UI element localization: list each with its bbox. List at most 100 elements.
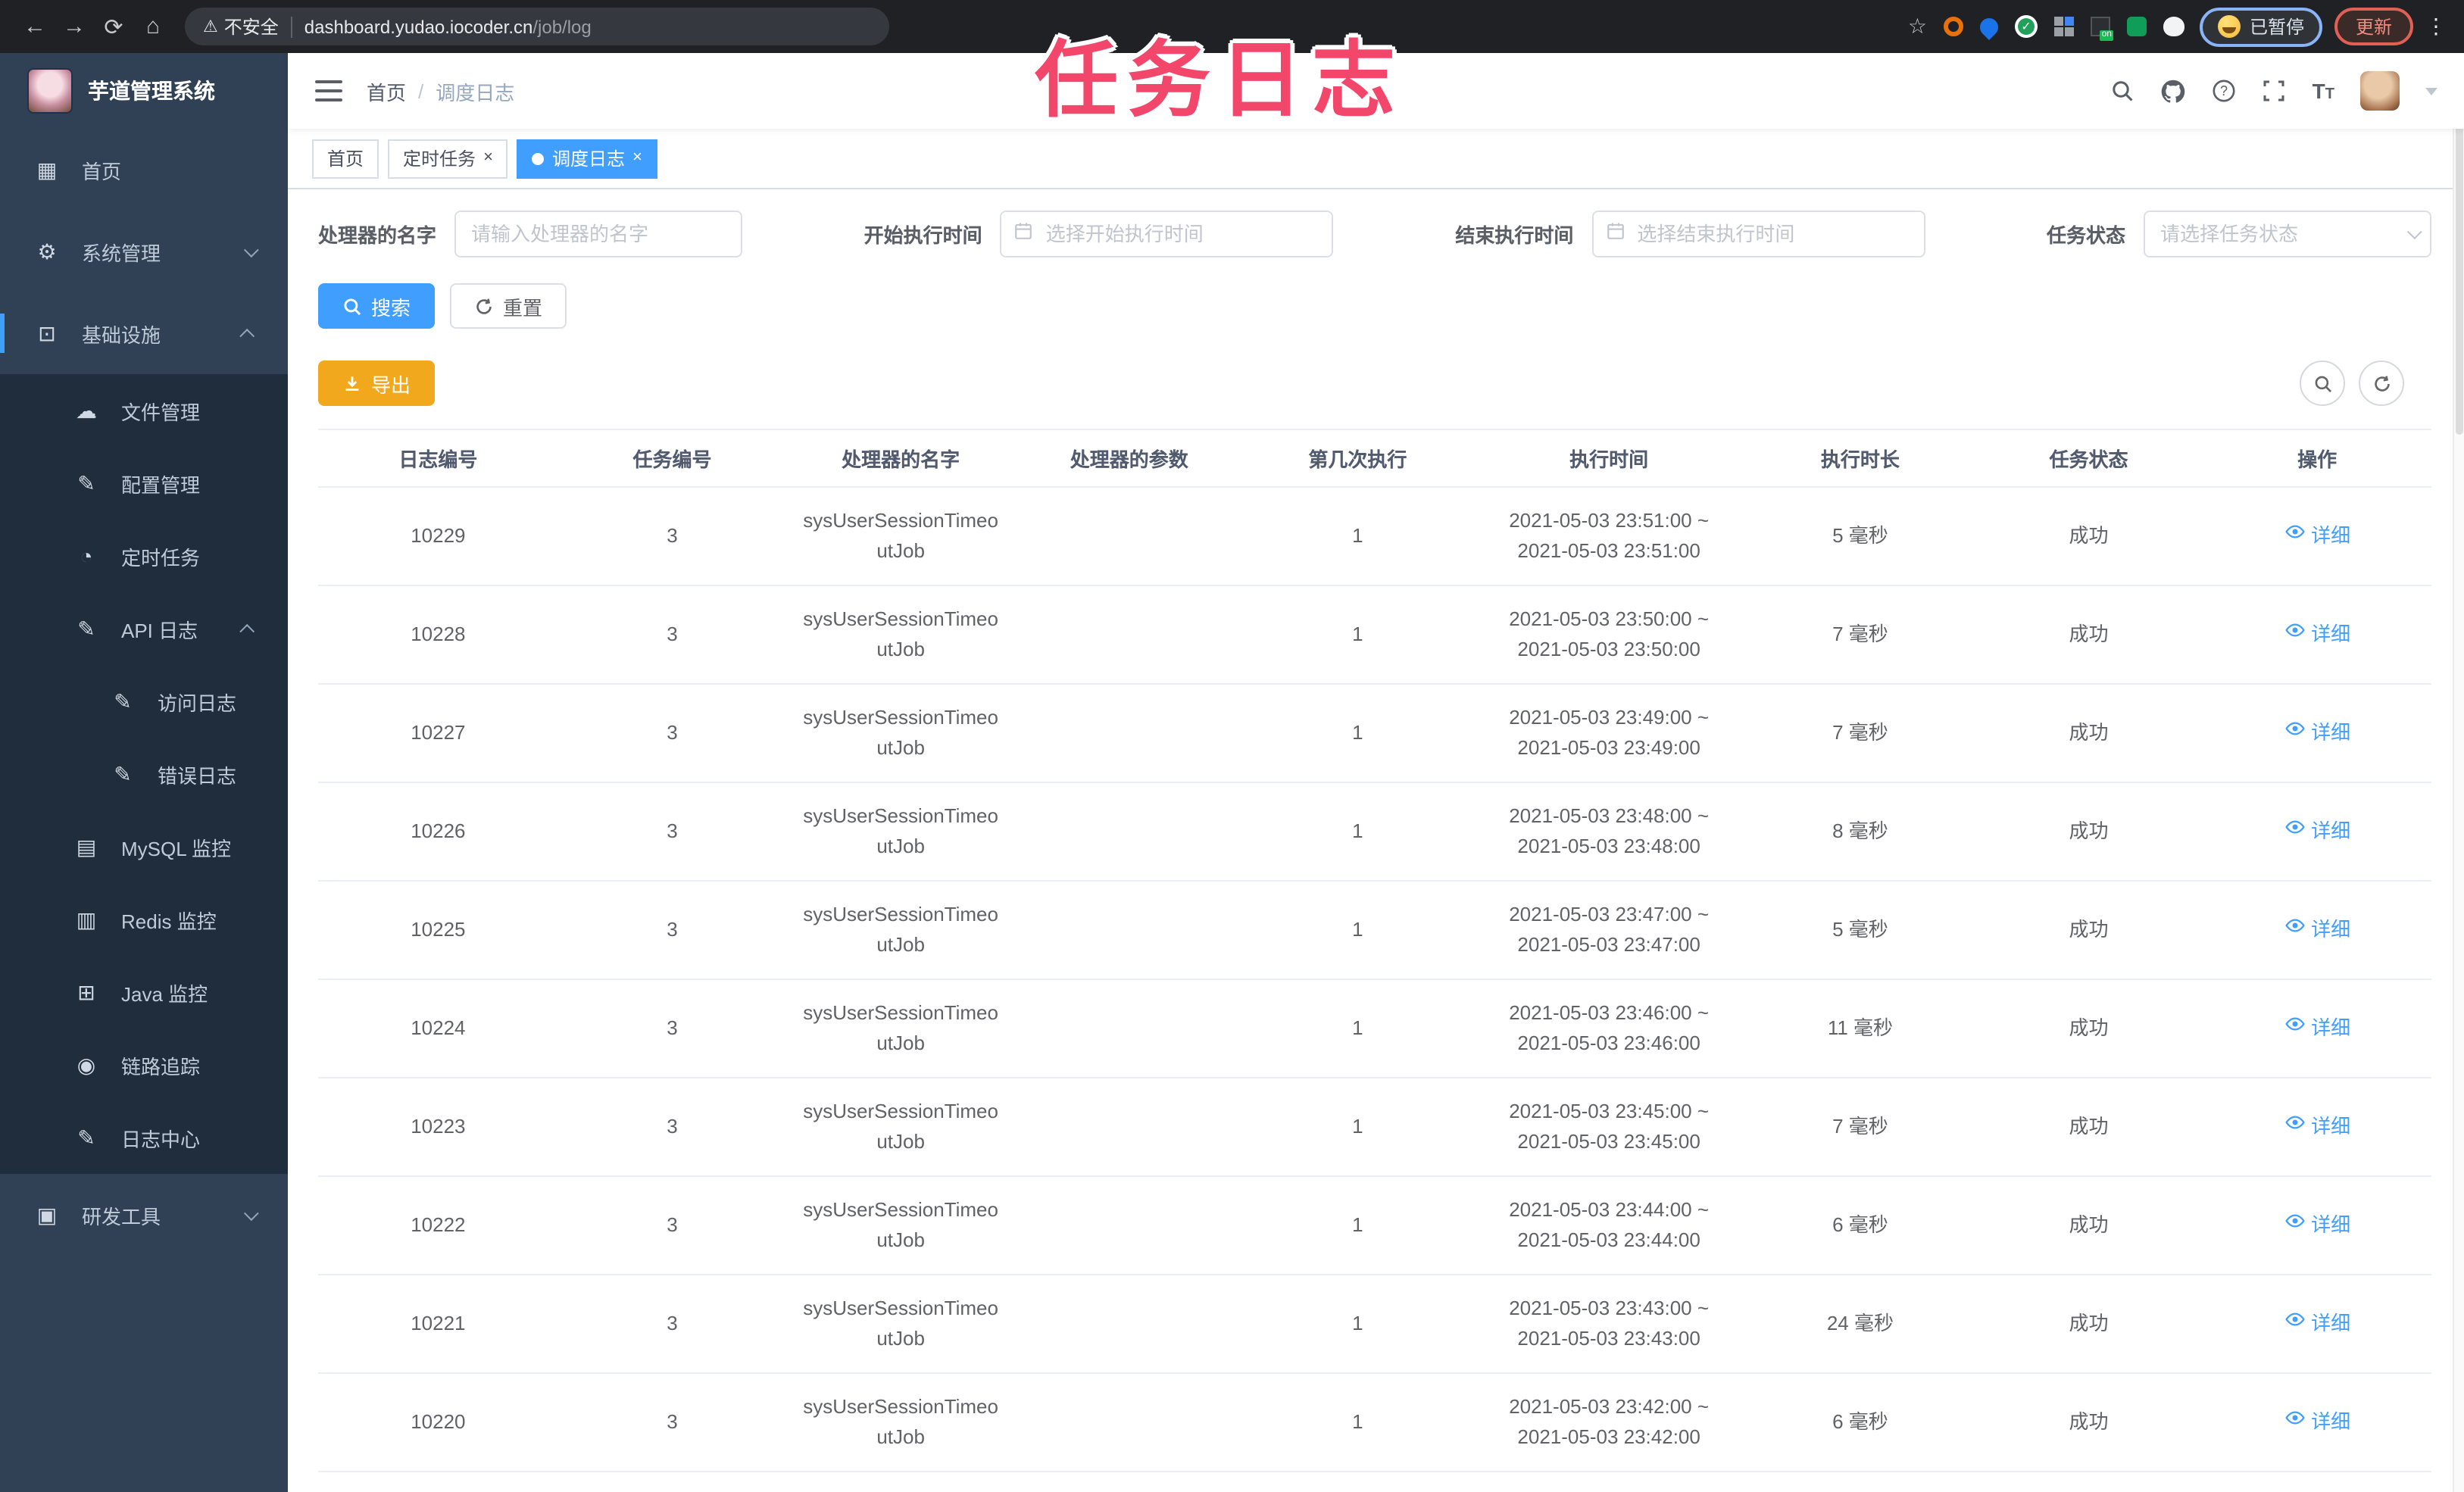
help-icon[interactable]: ?	[2213, 79, 2237, 103]
eye-icon	[2284, 521, 2305, 551]
cell-duration: 6 毫秒	[1832, 1213, 1888, 1236]
toggle-search-button[interactable]	[2300, 361, 2345, 406]
sidebar-item-label: MySQL 监控	[121, 837, 231, 860]
chevron-down-icon[interactable]	[2425, 87, 2437, 95]
eye-icon	[2284, 1407, 2305, 1437]
sidebar-item-scheduled-jobs[interactable]: ◔ 定时任务	[0, 520, 288, 592]
extension-green-icon[interactable]	[2126, 17, 2147, 36]
sidebar-item-mysql-monitor[interactable]: ▤ MySQL 监控	[0, 810, 288, 883]
fullscreen-icon[interactable]	[2263, 79, 2287, 103]
sidebar-item-file-mgmt[interactable]: ☁ 文件管理	[0, 374, 288, 447]
detail-link[interactable]: 详细	[2284, 1309, 2350, 1339]
job-status-select[interactable]	[2144, 211, 2431, 258]
cell-log-id: 10220	[411, 1410, 466, 1433]
detail-link[interactable]: 详细	[2284, 1407, 2350, 1437]
sidebar-item-infrastructure[interactable]: ⊡ 基础设施	[0, 292, 288, 374]
handler-name-field[interactable]	[468, 221, 729, 247]
sidebar-item-label: 文件管理	[121, 401, 201, 423]
cell-status: 成功	[2069, 1213, 2109, 1236]
sidebar-item-java-monitor[interactable]: ⊞ Java 监控	[0, 956, 288, 1028]
reset-button[interactable]: 重置	[450, 283, 567, 329]
filter-field-handler-name: 处理器的名字	[318, 211, 743, 258]
sidebar-item-label: 定时任务	[121, 546, 201, 569]
avatar[interactable]	[2360, 71, 2400, 111]
column-header: 执行时间	[1569, 448, 1649, 471]
sidebar-item-redis-monitor[interactable]: ▥ Redis 监控	[0, 883, 288, 956]
font-size-icon[interactable]: TT	[2313, 79, 2334, 103]
extension-octotree-icon[interactable]	[2163, 17, 2184, 36]
detail-link[interactable]: 详细	[2284, 915, 2350, 945]
begin-time-field[interactable]	[1042, 221, 1320, 247]
url-bar[interactable]: ⚠ 不安全 dashboard.yudao.iocoder.cn/job/log	[185, 8, 889, 45]
cell-execute-index: 1	[1352, 524, 1363, 547]
detail-link[interactable]: 详细	[2284, 620, 2350, 650]
close-icon[interactable]: ×	[483, 149, 493, 167]
detail-link[interactable]: 详细	[2284, 816, 2350, 847]
sidebar-item-system-mgmt[interactable]: ⚙ 系统管理	[0, 211, 288, 292]
chevron-up-icon	[239, 623, 255, 638]
hamburger-icon[interactable]	[315, 80, 342, 101]
filter-form: 处理器的名字 开始执行时间 结束执行时间 任务状态	[318, 211, 2431, 258]
job-status-field[interactable]	[2157, 221, 2398, 247]
cell-task-id: 3	[667, 1213, 678, 1236]
cell-handler-param	[1015, 586, 1244, 683]
cell-task-id: 3	[667, 819, 678, 842]
cell-task-id: 3	[667, 1410, 678, 1433]
end-time-field[interactable]	[1634, 221, 1912, 247]
reload-icon[interactable]: ⟳	[94, 13, 133, 40]
browser-update-button[interactable]: 更新	[2334, 8, 2413, 45]
browser-window: ← → ⟳ ⌂ ⚠ 不安全 dashboard.yudao.iocoder.cn…	[0, 0, 2464, 1492]
eye-icon	[2284, 620, 2305, 650]
sidebar-item-api-log[interactable]: ✎ API 日志	[0, 592, 288, 665]
sidebar-item-dev-tools[interactable]: ▣ 研发工具	[0, 1174, 288, 1256]
sidebar-item-label: 基础设施	[82, 323, 161, 346]
browser-menu-icon[interactable]: ⋮	[2422, 14, 2450, 39]
github-icon[interactable]	[2161, 78, 2187, 104]
sidebar-item-config-mgmt[interactable]: ✎ 配置管理	[0, 447, 288, 520]
cell-log-id: 10222	[411, 1213, 466, 1236]
sidebar-item-home[interactable]: ▦ 首页	[0, 129, 288, 211]
home-icon[interactable]: ⌂	[133, 14, 173, 39]
tab-job-log[interactable]: 调度日志 ×	[517, 139, 657, 178]
search-button[interactable]: 搜索	[318, 283, 436, 329]
extension-switch-on-icon[interactable]: on	[2090, 17, 2113, 41]
extension-orange-ring-icon[interactable]	[1943, 17, 1963, 36]
detail-link[interactable]: 详细	[2284, 1013, 2350, 1044]
brand[interactable]: 芋道管理系统	[0, 53, 288, 129]
close-icon[interactable]: ×	[632, 149, 642, 167]
cell-status: 成功	[2069, 721, 2109, 744]
tab-home[interactable]: 首页	[312, 139, 379, 178]
handler-name-input[interactable]	[454, 211, 743, 258]
end-time-input[interactable]	[1591, 211, 1925, 258]
page-scrollbar[interactable]	[2453, 53, 2464, 1492]
refresh-button[interactable]	[2359, 361, 2404, 406]
cell-duration: 7 毫秒	[1832, 721, 1888, 744]
extension-green-check-icon[interactable]: ✓	[2014, 15, 2038, 38]
cell-execute-time: 2021-05-03 23:44:00 ~2021-05-03 23:44:00	[1509, 1198, 1710, 1251]
export-button[interactable]: 导出	[318, 361, 436, 406]
sidebar-item-access-log[interactable]: ✎ 访问日志	[0, 665, 288, 738]
detail-link[interactable]: 详细	[2284, 1112, 2350, 1142]
eye-icon: ◉	[77, 1052, 96, 1076]
begin-time-input[interactable]	[1000, 211, 1334, 258]
bookmark-star-icon[interactable]: ☆	[1908, 14, 1927, 39]
detail-link[interactable]: 详细	[2284, 1210, 2350, 1241]
detail-link[interactable]: 详细	[2284, 718, 2350, 748]
cell-actions: 详细	[2203, 586, 2431, 683]
profile-paused-pill[interactable]: 已暂停	[2199, 7, 2322, 46]
sidebar-item-log-center[interactable]: ✎ 日志中心	[0, 1101, 288, 1174]
cell-log-id: 10225	[411, 918, 466, 941]
forward-icon[interactable]: →	[55, 14, 94, 39]
cell-log-id: 10227	[411, 721, 466, 744]
search-icon[interactable]	[2111, 79, 2135, 103]
sidebar-item-error-log[interactable]: ✎ 错误日志	[0, 738, 288, 810]
eye-icon	[2284, 1309, 2305, 1339]
url-divider	[290, 16, 292, 37]
detail-link[interactable]: 详细	[2284, 521, 2350, 551]
back-icon[interactable]: ←	[15, 14, 55, 39]
sidebar-item-trace[interactable]: ◉ 链路追踪	[0, 1028, 288, 1101]
extension-blue-drop-icon[interactable]	[1975, 14, 2002, 39]
extension-grid-icon[interactable]	[2053, 17, 2074, 36]
tab-job[interactable]: 定时任务 ×	[388, 139, 508, 178]
breadcrumb-home[interactable]: 首页	[367, 76, 406, 105]
